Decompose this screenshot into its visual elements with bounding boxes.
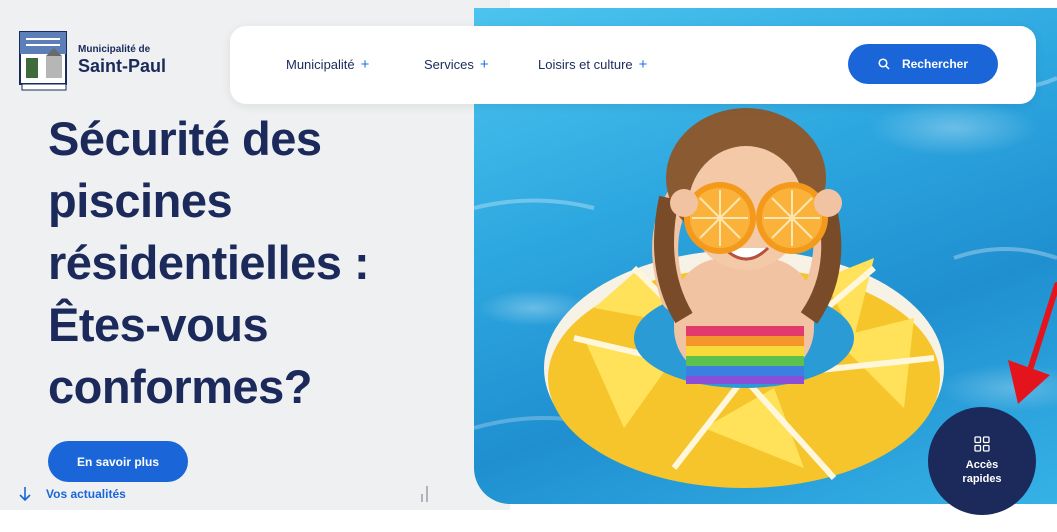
main-navigation: Municipalité + Services + Loisirs et cul… [230, 26, 1036, 104]
nav-item-label: Loisirs et culture [538, 57, 633, 72]
plus-icon: + [360, 56, 370, 73]
grid-icon [974, 436, 990, 452]
page: Municipalité de Saint-Paul Municipalité … [0, 0, 1057, 532]
slider-indicator [421, 486, 428, 502]
logo-title: Saint-Paul [78, 56, 167, 76]
quick-access-button[interactable]: Accès rapides [928, 407, 1036, 515]
hero-title: Sécurité des piscines résidentielles : Ê… [48, 108, 468, 418]
hero-title-line: Sécurité des [48, 112, 322, 165]
hero-title-line: Êtes-vous [48, 298, 269, 351]
nav-item-label: Municipalité [286, 57, 355, 72]
search-icon [878, 58, 890, 70]
news-link-label: Vos actualités [46, 487, 126, 501]
quick-access-label-1: Accès [965, 459, 999, 471]
crest-icon [19, 31, 67, 91]
logo-subtitle: Municipalité de [78, 44, 151, 55]
hero-title-line: piscines [48, 174, 233, 227]
search-label: Rechercher [901, 57, 969, 71]
nav-item-loisirs[interactable]: Loisirs et culture + [538, 57, 647, 72]
hero-title-line: résidentielles : [48, 236, 370, 289]
nav-item-services[interactable]: Services + [424, 57, 489, 72]
learn-more-button[interactable]: En savoir plus [48, 441, 188, 482]
search-button[interactable]: Rechercher [848, 44, 998, 84]
plus-icon: + [638, 56, 648, 73]
quick-access-label-2: rapides [962, 473, 1002, 485]
plus-icon: + [479, 56, 489, 73]
news-link[interactable]: Vos actualités [18, 486, 126, 502]
hero-title-line: conformes? [48, 360, 313, 413]
arrow-down-icon [19, 487, 31, 502]
nav-item-municipalite[interactable]: Municipalité + [286, 57, 369, 72]
nav-item-label: Services [424, 57, 474, 72]
municipality-logo[interactable]: Municipalité de Saint-Paul [18, 30, 166, 92]
